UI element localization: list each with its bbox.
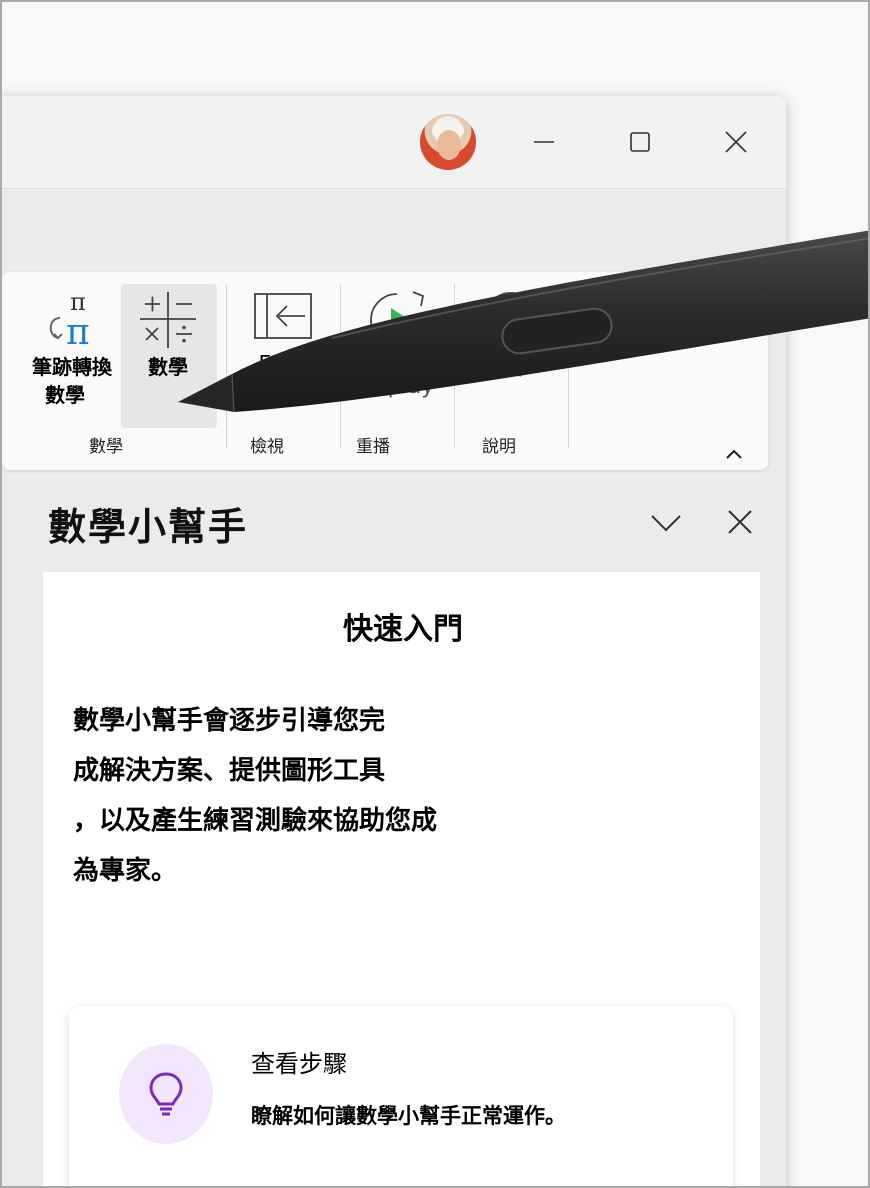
minimize-icon bbox=[534, 141, 554, 143]
help-button-label: p bbox=[517, 353, 531, 377]
title-bar bbox=[2, 96, 786, 188]
description-line: 成解決方案、提供圖形工具 bbox=[73, 756, 386, 786]
chevron-up-icon bbox=[726, 449, 742, 459]
quick-start-heading: 快速入門 bbox=[343, 612, 463, 647]
user-avatar[interactable] bbox=[420, 114, 476, 170]
help-button[interactable]: p bbox=[466, 290, 556, 380]
pane-options-button[interactable] bbox=[648, 504, 684, 540]
help-icon bbox=[483, 292, 539, 348]
maximize-button[interactable] bbox=[618, 120, 662, 164]
ink-to-math-label-1: 筆跡轉換 bbox=[32, 355, 112, 379]
minimize-button[interactable] bbox=[522, 120, 566, 164]
screenshot-frame: π π 筆跡轉換 數學 數學 E Replay p 數學 檢視 重播 說明 數學… bbox=[0, 0, 870, 1188]
math-button[interactable]: 數學 bbox=[123, 288, 213, 382]
replay-icon bbox=[370, 291, 425, 347]
math-button-label: 數學 bbox=[148, 355, 188, 379]
quick-start-description: 數學小幫手會逐步引導您完 成解決方案、提供圖形工具 ，以及產生練習測驗來協助您成… bbox=[73, 696, 533, 896]
ribbon-tab-bar bbox=[2, 188, 786, 266]
close-icon bbox=[725, 131, 747, 153]
tip-text: 瞭解如何讓數學小幫手正常運作。 bbox=[251, 1104, 566, 1128]
ribbon-separator bbox=[568, 284, 569, 448]
tip-title: 查看步驟 bbox=[251, 1050, 347, 1078]
group-label-replay: 重播 bbox=[356, 437, 390, 457]
math-operators-icon bbox=[140, 292, 196, 348]
close-icon bbox=[728, 510, 752, 534]
lightbulb-icon-badge bbox=[119, 1044, 213, 1144]
ribbon-separator bbox=[226, 284, 227, 448]
maximize-icon bbox=[630, 132, 650, 152]
replay-button-label: Replay bbox=[359, 374, 435, 399]
ribbon-separator bbox=[454, 284, 455, 448]
view-button[interactable]: E bbox=[238, 292, 328, 378]
pane-close-button[interactable] bbox=[722, 504, 758, 540]
svg-text:π: π bbox=[66, 312, 90, 352]
lightbulb-icon bbox=[149, 1072, 183, 1116]
pane-title: 數學小幫手 bbox=[48, 505, 249, 549]
avatar-face bbox=[437, 130, 461, 160]
quick-start-card: 快速入門 數學小幫手會逐步引導您完 成解決方案、提供圖形工具 ，以及產生練習測驗… bbox=[43, 572, 760, 1186]
group-label-view: 檢視 bbox=[250, 437, 284, 457]
description-line: 為專家。 bbox=[73, 856, 178, 886]
ribbon: π π 筆跡轉換 數學 數學 E Replay p 數學 檢視 重播 說明 bbox=[2, 272, 768, 470]
replay-button[interactable]: Replay bbox=[352, 290, 442, 402]
description-line: 數學小幫手會逐步引導您完 bbox=[73, 706, 386, 736]
ink-to-math-icon: π π bbox=[49, 288, 90, 352]
chevron-down-icon bbox=[651, 515, 681, 532]
view-button-label: E bbox=[258, 351, 272, 375]
close-window-button[interactable] bbox=[714, 120, 758, 164]
ribbon-separator bbox=[340, 284, 341, 448]
app-window: π π 筆跡轉換 數學 數學 E Replay p 數學 檢視 重播 說明 數學… bbox=[2, 96, 786, 1186]
view-steps-tip-card[interactable]: 查看步驟 瞭解如何讓數學小幫手正常運作。 bbox=[69, 1006, 733, 1186]
group-label-math: 數學 bbox=[89, 437, 123, 457]
description-line: ，以及產生練習測驗來協助您成 bbox=[73, 806, 438, 836]
collapse-ribbon-button[interactable] bbox=[724, 444, 744, 464]
ink-to-math-button[interactable]: π π 筆跡轉換 數學 bbox=[24, 288, 120, 410]
group-label-help: 說明 bbox=[482, 437, 516, 457]
ink-to-math-label-2: 數學 bbox=[45, 383, 85, 407]
collapse-panel-icon bbox=[254, 293, 312, 339]
